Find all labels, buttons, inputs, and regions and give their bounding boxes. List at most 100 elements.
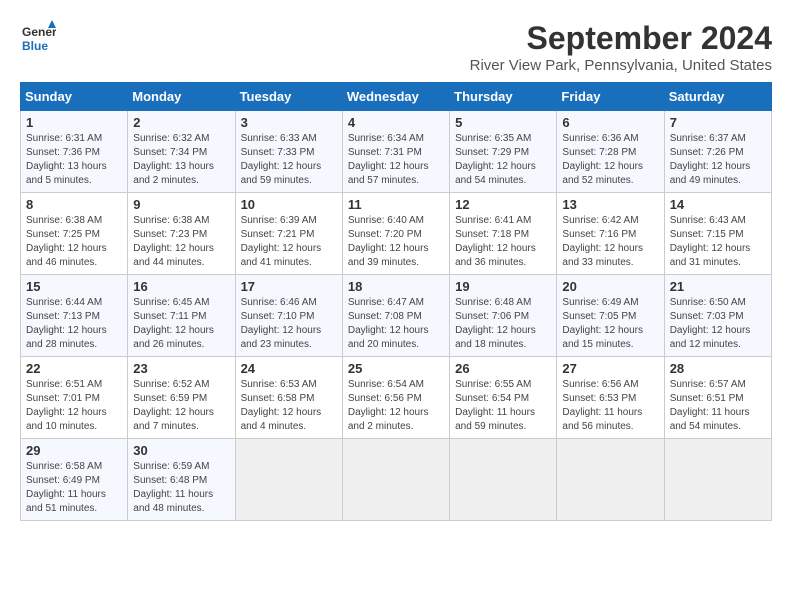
calendar-cell: 4 Sunrise: 6:34 AM Sunset: 7:31 PM Dayli… [342,111,449,193]
calendar-cell: 16 Sunrise: 6:45 AM Sunset: 7:11 PM Dayl… [128,275,235,357]
calendar-cell: 23 Sunrise: 6:52 AM Sunset: 6:59 PM Dayl… [128,357,235,439]
day-info: Sunrise: 6:59 AM Sunset: 6:48 PM Dayligh… [133,461,213,514]
day-info: Sunrise: 6:56 AM Sunset: 6:53 PM Dayligh… [562,379,642,432]
calendar-week-2: 8 Sunrise: 6:38 AM Sunset: 7:25 PM Dayli… [21,193,772,275]
calendar-week-3: 15 Sunrise: 6:44 AM Sunset: 7:13 PM Dayl… [21,275,772,357]
calendar-cell [342,439,449,521]
day-info: Sunrise: 6:55 AM Sunset: 6:54 PM Dayligh… [455,379,535,432]
day-number: 19 [455,279,551,294]
day-info: Sunrise: 6:48 AM Sunset: 7:06 PM Dayligh… [455,297,536,350]
day-number: 26 [455,361,551,376]
calendar-cell [664,439,771,521]
day-info: Sunrise: 6:31 AM Sunset: 7:36 PM Dayligh… [26,133,107,186]
calendar-cell: 28 Sunrise: 6:57 AM Sunset: 6:51 PM Dayl… [664,357,771,439]
calendar-cell: 14 Sunrise: 6:43 AM Sunset: 7:15 PM Dayl… [664,193,771,275]
day-number: 1 [26,115,122,130]
page-header: General Blue September 2024 River View P… [20,20,772,74]
day-info: Sunrise: 6:53 AM Sunset: 6:58 PM Dayligh… [241,379,322,432]
calendar-cell: 2 Sunrise: 6:32 AM Sunset: 7:34 PM Dayli… [128,111,235,193]
calendar-week-1: 1 Sunrise: 6:31 AM Sunset: 7:36 PM Dayli… [21,111,772,193]
calendar-cell: 9 Sunrise: 6:38 AM Sunset: 7:23 PM Dayli… [128,193,235,275]
calendar-cell: 13 Sunrise: 6:42 AM Sunset: 7:16 PM Dayl… [557,193,664,275]
day-info: Sunrise: 6:38 AM Sunset: 7:23 PM Dayligh… [133,215,214,268]
calendar-title: September 2024 [470,20,772,57]
day-number: 24 [241,361,337,376]
day-info: Sunrise: 6:47 AM Sunset: 7:08 PM Dayligh… [348,297,429,350]
day-number: 29 [26,443,122,458]
day-info: Sunrise: 6:50 AM Sunset: 7:03 PM Dayligh… [670,297,751,350]
day-info: Sunrise: 6:45 AM Sunset: 7:11 PM Dayligh… [133,297,214,350]
calendar-table: Sunday Monday Tuesday Wednesday Thursday… [20,82,772,521]
header-saturday: Saturday [664,83,771,111]
calendar-cell: 27 Sunrise: 6:56 AM Sunset: 6:53 PM Dayl… [557,357,664,439]
header-tuesday: Tuesday [235,83,342,111]
day-number: 3 [241,115,337,130]
calendar-cell: 1 Sunrise: 6:31 AM Sunset: 7:36 PM Dayli… [21,111,128,193]
calendar-subtitle: River View Park, Pennsylvania, United St… [470,57,772,74]
day-number: 20 [562,279,658,294]
day-info: Sunrise: 6:34 AM Sunset: 7:31 PM Dayligh… [348,133,429,186]
calendar-cell [557,439,664,521]
day-info: Sunrise: 6:42 AM Sunset: 7:16 PM Dayligh… [562,215,643,268]
calendar-cell: 12 Sunrise: 6:41 AM Sunset: 7:18 PM Dayl… [450,193,557,275]
day-info: Sunrise: 6:57 AM Sunset: 6:51 PM Dayligh… [670,379,750,432]
calendar-cell: 29 Sunrise: 6:58 AM Sunset: 6:49 PM Dayl… [21,439,128,521]
header-thursday: Thursday [450,83,557,111]
day-info: Sunrise: 6:38 AM Sunset: 7:25 PM Dayligh… [26,215,107,268]
day-info: Sunrise: 6:44 AM Sunset: 7:13 PM Dayligh… [26,297,107,350]
day-number: 6 [562,115,658,130]
calendar-week-4: 22 Sunrise: 6:51 AM Sunset: 7:01 PM Dayl… [21,357,772,439]
day-number: 18 [348,279,444,294]
day-info: Sunrise: 6:37 AM Sunset: 7:26 PM Dayligh… [670,133,751,186]
svg-text:Blue: Blue [22,39,48,53]
day-number: 10 [241,197,337,212]
day-number: 21 [670,279,766,294]
day-number: 17 [241,279,337,294]
day-number: 13 [562,197,658,212]
day-number: 27 [562,361,658,376]
day-info: Sunrise: 6:46 AM Sunset: 7:10 PM Dayligh… [241,297,322,350]
day-number: 15 [26,279,122,294]
calendar-cell: 22 Sunrise: 6:51 AM Sunset: 7:01 PM Dayl… [21,357,128,439]
day-number: 8 [26,197,122,212]
calendar-cell: 5 Sunrise: 6:35 AM Sunset: 7:29 PM Dayli… [450,111,557,193]
day-info: Sunrise: 6:43 AM Sunset: 7:15 PM Dayligh… [670,215,751,268]
calendar-cell: 10 Sunrise: 6:39 AM Sunset: 7:21 PM Dayl… [235,193,342,275]
calendar-cell [450,439,557,521]
day-number: 4 [348,115,444,130]
header-monday: Monday [128,83,235,111]
calendar-cell: 24 Sunrise: 6:53 AM Sunset: 6:58 PM Dayl… [235,357,342,439]
day-number: 23 [133,361,229,376]
calendar-cell: 25 Sunrise: 6:54 AM Sunset: 6:56 PM Dayl… [342,357,449,439]
header-friday: Friday [557,83,664,111]
calendar-cell: 26 Sunrise: 6:55 AM Sunset: 6:54 PM Dayl… [450,357,557,439]
calendar-cell: 30 Sunrise: 6:59 AM Sunset: 6:48 PM Dayl… [128,439,235,521]
day-info: Sunrise: 6:58 AM Sunset: 6:49 PM Dayligh… [26,461,106,514]
day-info: Sunrise: 6:52 AM Sunset: 6:59 PM Dayligh… [133,379,214,432]
day-number: 25 [348,361,444,376]
day-number: 9 [133,197,229,212]
day-number: 30 [133,443,229,458]
day-number: 16 [133,279,229,294]
calendar-cell: 15 Sunrise: 6:44 AM Sunset: 7:13 PM Dayl… [21,275,128,357]
day-info: Sunrise: 6:54 AM Sunset: 6:56 PM Dayligh… [348,379,429,432]
day-info: Sunrise: 6:39 AM Sunset: 7:21 PM Dayligh… [241,215,322,268]
day-number: 5 [455,115,551,130]
calendar-cell: 11 Sunrise: 6:40 AM Sunset: 7:20 PM Dayl… [342,193,449,275]
calendar-cell: 8 Sunrise: 6:38 AM Sunset: 7:25 PM Dayli… [21,193,128,275]
logo-icon: General Blue [20,20,56,56]
calendar-cell: 18 Sunrise: 6:47 AM Sunset: 7:08 PM Dayl… [342,275,449,357]
day-number: 11 [348,197,444,212]
day-number: 14 [670,197,766,212]
calendar-cell [235,439,342,521]
day-number: 2 [133,115,229,130]
calendar-cell: 21 Sunrise: 6:50 AM Sunset: 7:03 PM Dayl… [664,275,771,357]
day-info: Sunrise: 6:36 AM Sunset: 7:28 PM Dayligh… [562,133,643,186]
day-info: Sunrise: 6:32 AM Sunset: 7:34 PM Dayligh… [133,133,214,186]
calendar-cell: 3 Sunrise: 6:33 AM Sunset: 7:33 PM Dayli… [235,111,342,193]
day-number: 22 [26,361,122,376]
day-info: Sunrise: 6:40 AM Sunset: 7:20 PM Dayligh… [348,215,429,268]
day-info: Sunrise: 6:51 AM Sunset: 7:01 PM Dayligh… [26,379,107,432]
calendar-week-5: 29 Sunrise: 6:58 AM Sunset: 6:49 PM Dayl… [21,439,772,521]
day-number: 28 [670,361,766,376]
